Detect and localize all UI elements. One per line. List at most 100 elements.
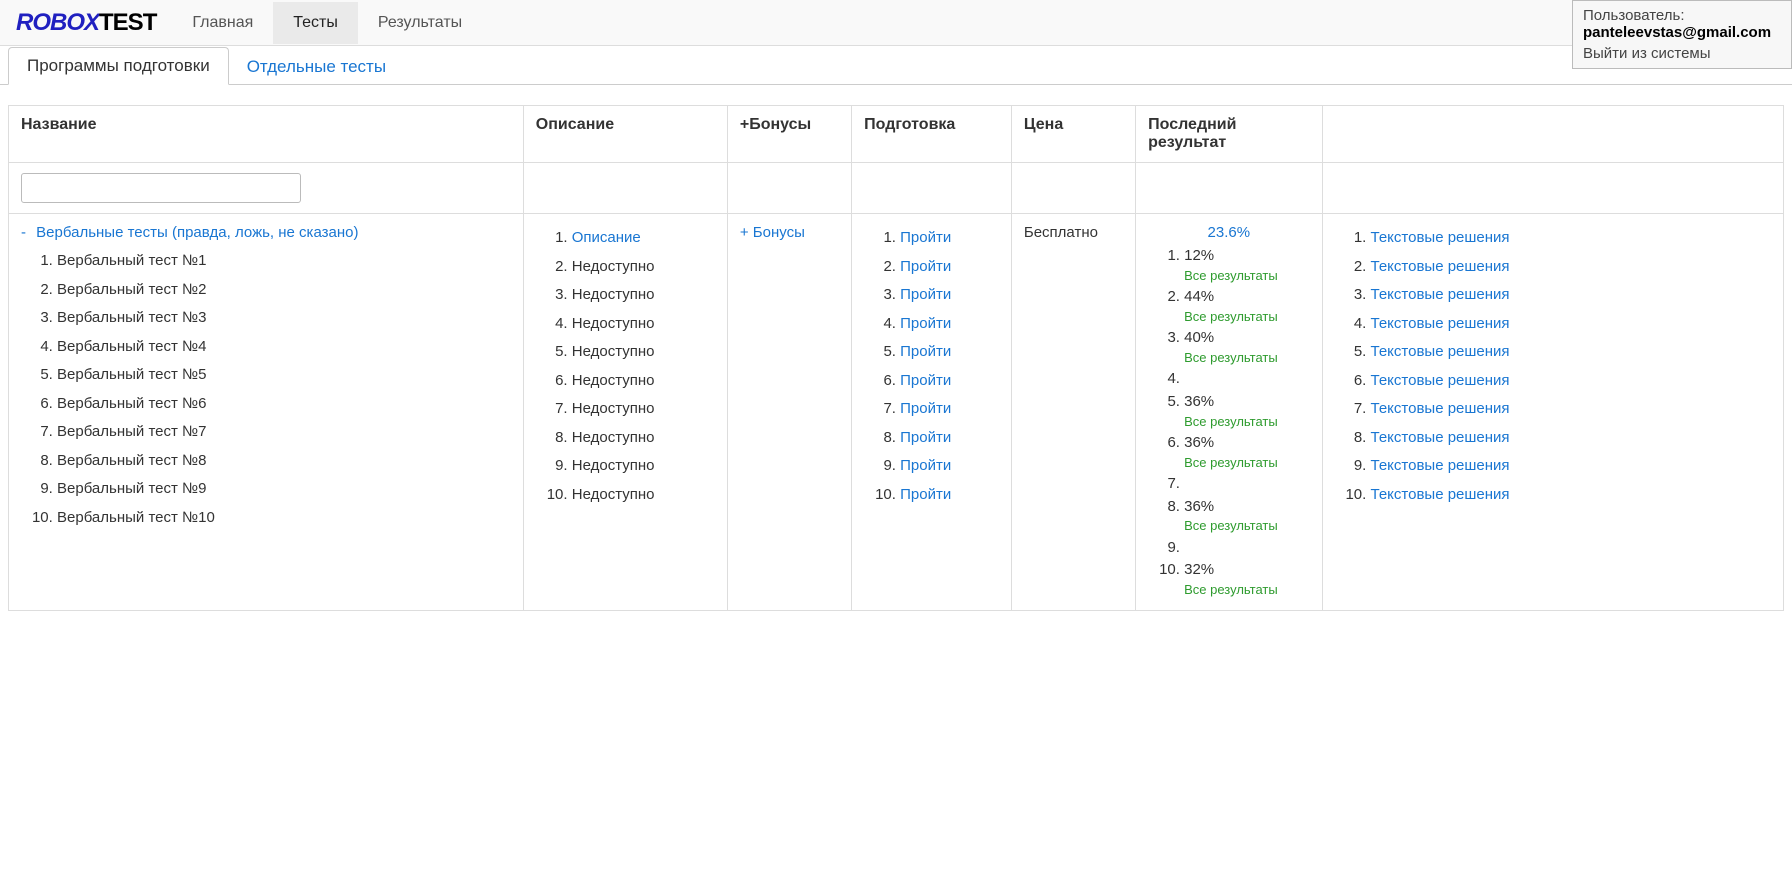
solution-item: Текстовые решения [1371, 367, 1772, 396]
solution-item: Текстовые решения [1371, 452, 1772, 481]
solution-item: Текстовые решения [1371, 281, 1772, 310]
take-test-link[interactable]: Пройти [900, 372, 951, 389]
logout-link[interactable]: Выйти из системы [1583, 45, 1781, 62]
description-item: Недоступно [572, 424, 715, 453]
name-filter-input[interactable] [21, 173, 301, 203]
preparation-item: Пройти [900, 281, 999, 310]
text-solution-link[interactable]: Текстовые решения [1371, 286, 1510, 303]
take-test-link[interactable]: Пройти [900, 486, 951, 503]
take-test-link[interactable]: Пройти [900, 400, 951, 417]
result-aggregate[interactable]: 23.6% [1148, 224, 1309, 241]
description-unavailable: Недоступно [572, 429, 655, 446]
all-results-link[interactable]: Все результаты [1184, 414, 1309, 430]
text-solution-link[interactable]: Текстовые решения [1371, 429, 1510, 446]
collapse-toggle[interactable]: - Вербальные тесты (правда, ложь, не ска… [21, 224, 511, 241]
header-solutions [1322, 106, 1784, 163]
header-last-result: Последний результат [1136, 106, 1322, 163]
text-solution-link[interactable]: Текстовые решения [1371, 400, 1510, 417]
all-results-link[interactable]: Все результаты [1184, 582, 1309, 598]
all-results-link[interactable]: Все результаты [1184, 518, 1309, 534]
take-test-link[interactable]: Пройти [900, 343, 951, 360]
subtab-1[interactable]: Отдельные тесты [229, 49, 404, 85]
solution-item: Текстовые решения [1371, 481, 1772, 510]
description-item: Недоступно [572, 281, 715, 310]
take-test-link[interactable]: Пройти [900, 286, 951, 303]
nav-item-2[interactable]: Результаты [358, 2, 482, 44]
logo[interactable]: ROBOXTEST [0, 9, 172, 37]
description-item: Недоступно [572, 367, 715, 396]
description-item: Недоступно [572, 338, 715, 367]
preparation-item: Пройти [900, 424, 999, 453]
header-bonuses: +Бонусы [727, 106, 851, 163]
all-results-link[interactable]: Все результаты [1184, 309, 1309, 325]
result-item: 12% Все результаты [1184, 245, 1309, 286]
text-solution-link[interactable]: Текстовые решения [1371, 372, 1510, 389]
top-nav: ROBOXTEST ГлавнаяТестыРезультаты [0, 0, 1792, 46]
take-test-link[interactable]: Пройти [900, 229, 951, 246]
description-link[interactable]: Описание [572, 229, 641, 246]
user-label: Пользователь: [1583, 7, 1685, 24]
result-item [1184, 473, 1309, 496]
bonuses-link[interactable]: + Бонусы [740, 224, 805, 241]
preparation-item: Пройти [900, 310, 999, 339]
text-solution-link[interactable]: Текстовые решения [1371, 315, 1510, 332]
all-results-link[interactable]: Все результаты [1184, 455, 1309, 471]
preparation-item: Пройти [900, 367, 999, 396]
take-test-link[interactable]: Пройти [900, 258, 951, 275]
price-value: Бесплатно [1024, 224, 1098, 241]
header-price: Цена [1011, 106, 1135, 163]
text-solution-link[interactable]: Текстовые решения [1371, 343, 1510, 360]
test-item: Вербальный тест №3 [57, 304, 511, 333]
result-item: 36% Все результаты [1184, 496, 1309, 537]
solution-item: Текстовые решения [1371, 224, 1772, 253]
take-test-link[interactable]: Пройти [900, 429, 951, 446]
test-item: Вербальный тест №1 [57, 247, 511, 276]
logo-part-2: TEST [99, 9, 156, 36]
test-item: Вербальный тест №10 [57, 504, 511, 533]
text-solution-link[interactable]: Текстовые решения [1371, 258, 1510, 275]
result-value: 36% [1184, 498, 1214, 515]
preparation-list: Пройти Пройти Пройти Пройти Пройти Пройти Прой… [864, 224, 999, 509]
solution-item: Текстовые решения [1371, 424, 1772, 453]
nav-item-0[interactable]: Главная [172, 2, 273, 44]
tests-table: Название Описание +Бонусы Подготовка Цен… [8, 105, 1784, 611]
result-value: 36% [1184, 434, 1214, 451]
preparation-item: Пройти [900, 452, 999, 481]
all-results-link[interactable]: Все результаты [1184, 268, 1309, 284]
description-item: Описание [572, 224, 715, 253]
take-test-link[interactable]: Пройти [900, 315, 951, 332]
description-unavailable: Недоступно [572, 372, 655, 389]
nav-item-1[interactable]: Тесты [273, 2, 358, 44]
description-item: Недоступно [572, 253, 715, 282]
preparation-item: Пройти [900, 224, 999, 253]
test-item: Вербальный тест №2 [57, 276, 511, 305]
test-item: Вербальный тест №5 [57, 361, 511, 390]
subtabs: Программы подготовкиОтдельные тесты [0, 46, 1792, 85]
result-item: 44% Все результаты [1184, 286, 1309, 327]
description-unavailable: Недоступно [572, 315, 655, 332]
all-results-link[interactable]: Все результаты [1184, 350, 1309, 366]
test-item: Вербальный тест №7 [57, 418, 511, 447]
solution-item: Текстовые решения [1371, 310, 1772, 339]
take-test-link[interactable]: Пройти [900, 457, 951, 474]
result-value: 44% [1184, 288, 1214, 305]
result-item: 36% Все результаты [1184, 432, 1309, 473]
text-solution-link[interactable]: Текстовые решения [1371, 457, 1510, 474]
description-unavailable: Недоступно [572, 457, 655, 474]
result-value: 12% [1184, 247, 1214, 264]
solution-item: Текстовые решения [1371, 338, 1772, 367]
nav-items: ГлавнаяТестыРезультаты [172, 2, 482, 44]
header-name[interactable]: Название [9, 106, 524, 163]
text-solution-link[interactable]: Текстовые решения [1371, 486, 1510, 503]
user-email: panteleevstas@gmail.com [1583, 24, 1771, 41]
preparation-item: Пройти [900, 253, 999, 282]
description-unavailable: Недоступно [572, 486, 655, 503]
result-item [1184, 537, 1309, 560]
subtab-0[interactable]: Программы подготовки [8, 47, 229, 85]
description-list: Описание Недоступно Недоступно Недоступно Не… [536, 224, 715, 509]
text-solution-link[interactable]: Текстовые решения [1371, 229, 1510, 246]
description-item: Недоступно [572, 481, 715, 510]
description-item: Недоступно [572, 310, 715, 339]
description-unavailable: Недоступно [572, 258, 655, 275]
result-item [1184, 368, 1309, 391]
